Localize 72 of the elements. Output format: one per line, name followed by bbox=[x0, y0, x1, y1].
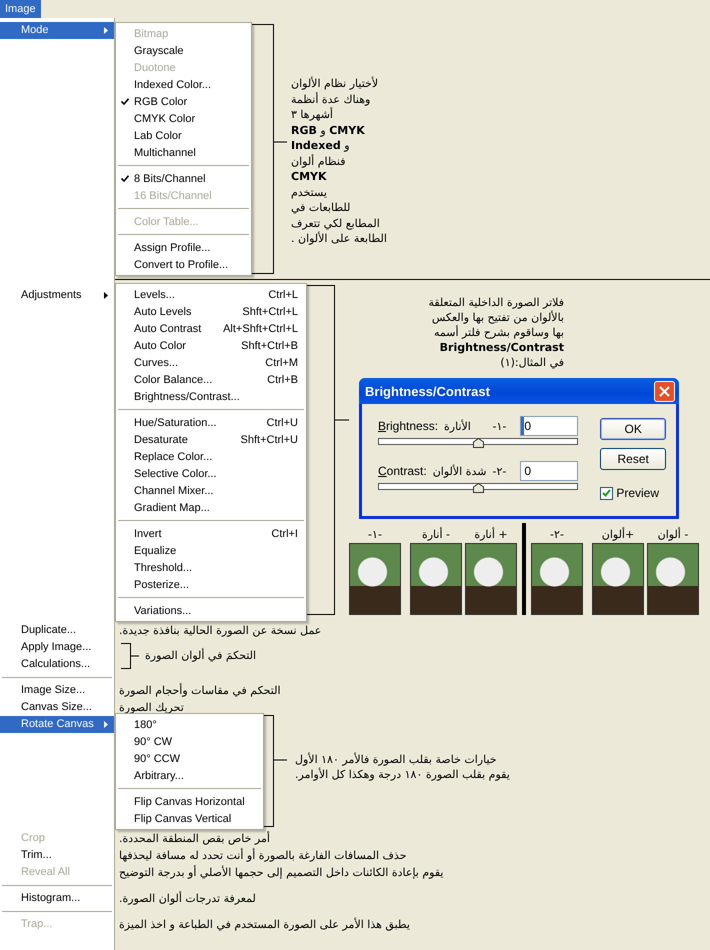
submenu-item[interactable]: 90° CW bbox=[116, 733, 263, 750]
submenu-item[interactable]: Levels... Ctrl+L bbox=[116, 286, 306, 303]
submenu-item[interactable]: Posterize... bbox=[116, 576, 306, 593]
dialog-title: Brightness/Contrast bbox=[365, 384, 490, 398]
submenu-item[interactable]: Flip Canvas Horizontal bbox=[116, 793, 263, 810]
submenu-item[interactable]: Auto Contrast Alt+Shft+Ctrl+L bbox=[116, 320, 306, 337]
note-text: حذف المسافات الفارغة بالصورة أو أنت تحدد له مسافة ليحذفها bbox=[119, 847, 406, 864]
submenu-item[interactable]: Curves... Ctrl+M bbox=[116, 354, 306, 371]
submenu-item[interactable]: Lab Color bbox=[116, 127, 251, 144]
dialog-button[interactable]: Reset bbox=[600, 448, 666, 470]
menu-item[interactable]: Adjustments bbox=[0, 287, 114, 304]
submenu-item[interactable]: Auto Levels Shft+Ctrl+L bbox=[116, 303, 306, 320]
submenu-item[interactable]: Equalize bbox=[116, 542, 306, 559]
arabic-label: شدة الألوان bbox=[432, 464, 486, 478]
menu-title[interactable]: Image bbox=[0, 0, 41, 18]
note-text: عمل نسخة عن الصورة الحالية بنافذة جديدة. bbox=[119, 623, 322, 639]
note-text: لمعرفة تدرجات ألوان الصورة. bbox=[119, 890, 256, 907]
submenu-item[interactable]: Gradient Map... bbox=[116, 499, 306, 516]
submenu-item[interactable]: 180° bbox=[116, 716, 263, 733]
menu-item[interactable]: Apply Image... bbox=[0, 639, 114, 656]
note-text: يطبق هذا الأمر على الصورة المستخدم في الطباعة و اخذ الميزة bbox=[119, 916, 410, 933]
photo-caption: - أنارة bbox=[422, 528, 450, 541]
value-field[interactable]: 0 bbox=[520, 461, 578, 481]
checkbox-label: Preview bbox=[616, 486, 660, 500]
submenu-item[interactable]: Selective Color... bbox=[116, 465, 306, 482]
photo-caption: - ألوان bbox=[658, 528, 688, 541]
photo-caption: + أنارة bbox=[474, 528, 508, 541]
submenu-item[interactable]: Flip Canvas Vertical bbox=[116, 810, 263, 827]
note-text: التحكمَ في ألوان الصورة bbox=[145, 648, 256, 664]
submenu-item[interactable]: 8 Bits/Channel bbox=[116, 170, 251, 187]
field-label: Brightness: bbox=[378, 419, 438, 433]
note-text: التحكم في مقاسات وأحجام الصورة bbox=[119, 682, 281, 699]
submenu-item[interactable]: Threshold... bbox=[116, 559, 306, 576]
value-field[interactable]: 0 bbox=[520, 416, 578, 436]
menu-item[interactable]: Image Size... bbox=[0, 682, 114, 699]
menu-item[interactable]: Histogram... bbox=[0, 890, 114, 907]
example-tag: -٢- bbox=[492, 464, 506, 478]
note-text: خيارات خاصة بقلب الصورة فالأمر ١٨٠ الأول يقوم بقلب الصورة ١٨٠ درجة وهكذا كل الأوامر. bbox=[295, 752, 510, 782]
menu-item[interactable]: Rotate Canvas bbox=[0, 716, 114, 733]
submenu-item[interactable]: Multichannel bbox=[116, 144, 251, 161]
photo-caption: -٢- bbox=[550, 528, 564, 541]
menu-item[interactable]: Mode bbox=[0, 22, 114, 39]
submenu-item[interactable]: Assign Profile... bbox=[116, 239, 251, 256]
example-tag: -١- bbox=[492, 420, 506, 432]
submenu-item[interactable]: Variations... bbox=[116, 602, 306, 619]
note-text: يقوم بإعادة الكائنات داخل التصميم إلى حجمها الأصلي أو بدرجة التوضيح bbox=[119, 864, 444, 881]
field-label: Contrast: bbox=[378, 464, 427, 478]
menu-item[interactable]: Duplicate... bbox=[0, 622, 114, 639]
submenu-item[interactable]: Invert Ctrl+I bbox=[116, 525, 306, 542]
submenu-item[interactable]: Replace Color... bbox=[116, 448, 306, 465]
note-text: تحريك الصورة bbox=[119, 700, 184, 716]
submenu-item[interactable]: Color Balance... Ctrl+B bbox=[116, 371, 306, 388]
submenu-item[interactable]: Channel Mixer... bbox=[116, 482, 306, 499]
submenu-item[interactable]: Convert to Profile... bbox=[116, 256, 251, 273]
menu-item[interactable]: Canvas Size... bbox=[0, 699, 114, 716]
note-text: أمر خاص بقص المنطقة المحددة. bbox=[119, 830, 270, 847]
submenu-item[interactable]: Indexed Color... bbox=[116, 76, 251, 93]
photo-caption: +ألوان bbox=[602, 528, 634, 541]
submenu-item[interactable]: Auto Color Shft+Ctrl+B bbox=[116, 337, 306, 354]
arabic-label: الأنارة bbox=[444, 420, 471, 432]
dialog-button[interactable]: OK bbox=[600, 418, 666, 440]
submenu-item[interactable]: Desaturate Shft+Ctrl+U bbox=[116, 431, 306, 448]
submenu-item[interactable]: Arbitrary... bbox=[116, 767, 263, 784]
submenu-item[interactable]: Brightness/Contrast... bbox=[116, 388, 306, 405]
submenu-item[interactable]: CMYK Color bbox=[116, 110, 251, 127]
submenu-item[interactable]: RGB Color bbox=[116, 93, 251, 110]
submenu-item[interactable]: Hue/Saturation... Ctrl+U bbox=[116, 414, 306, 431]
menu-item[interactable]: Trim... bbox=[0, 847, 114, 864]
submenu-item[interactable]: 90° CCW bbox=[116, 750, 263, 767]
submenu-item[interactable]: Grayscale bbox=[116, 42, 251, 59]
photo-caption: -١- bbox=[368, 528, 382, 541]
menu-item[interactable]: Calculations... bbox=[0, 656, 114, 673]
